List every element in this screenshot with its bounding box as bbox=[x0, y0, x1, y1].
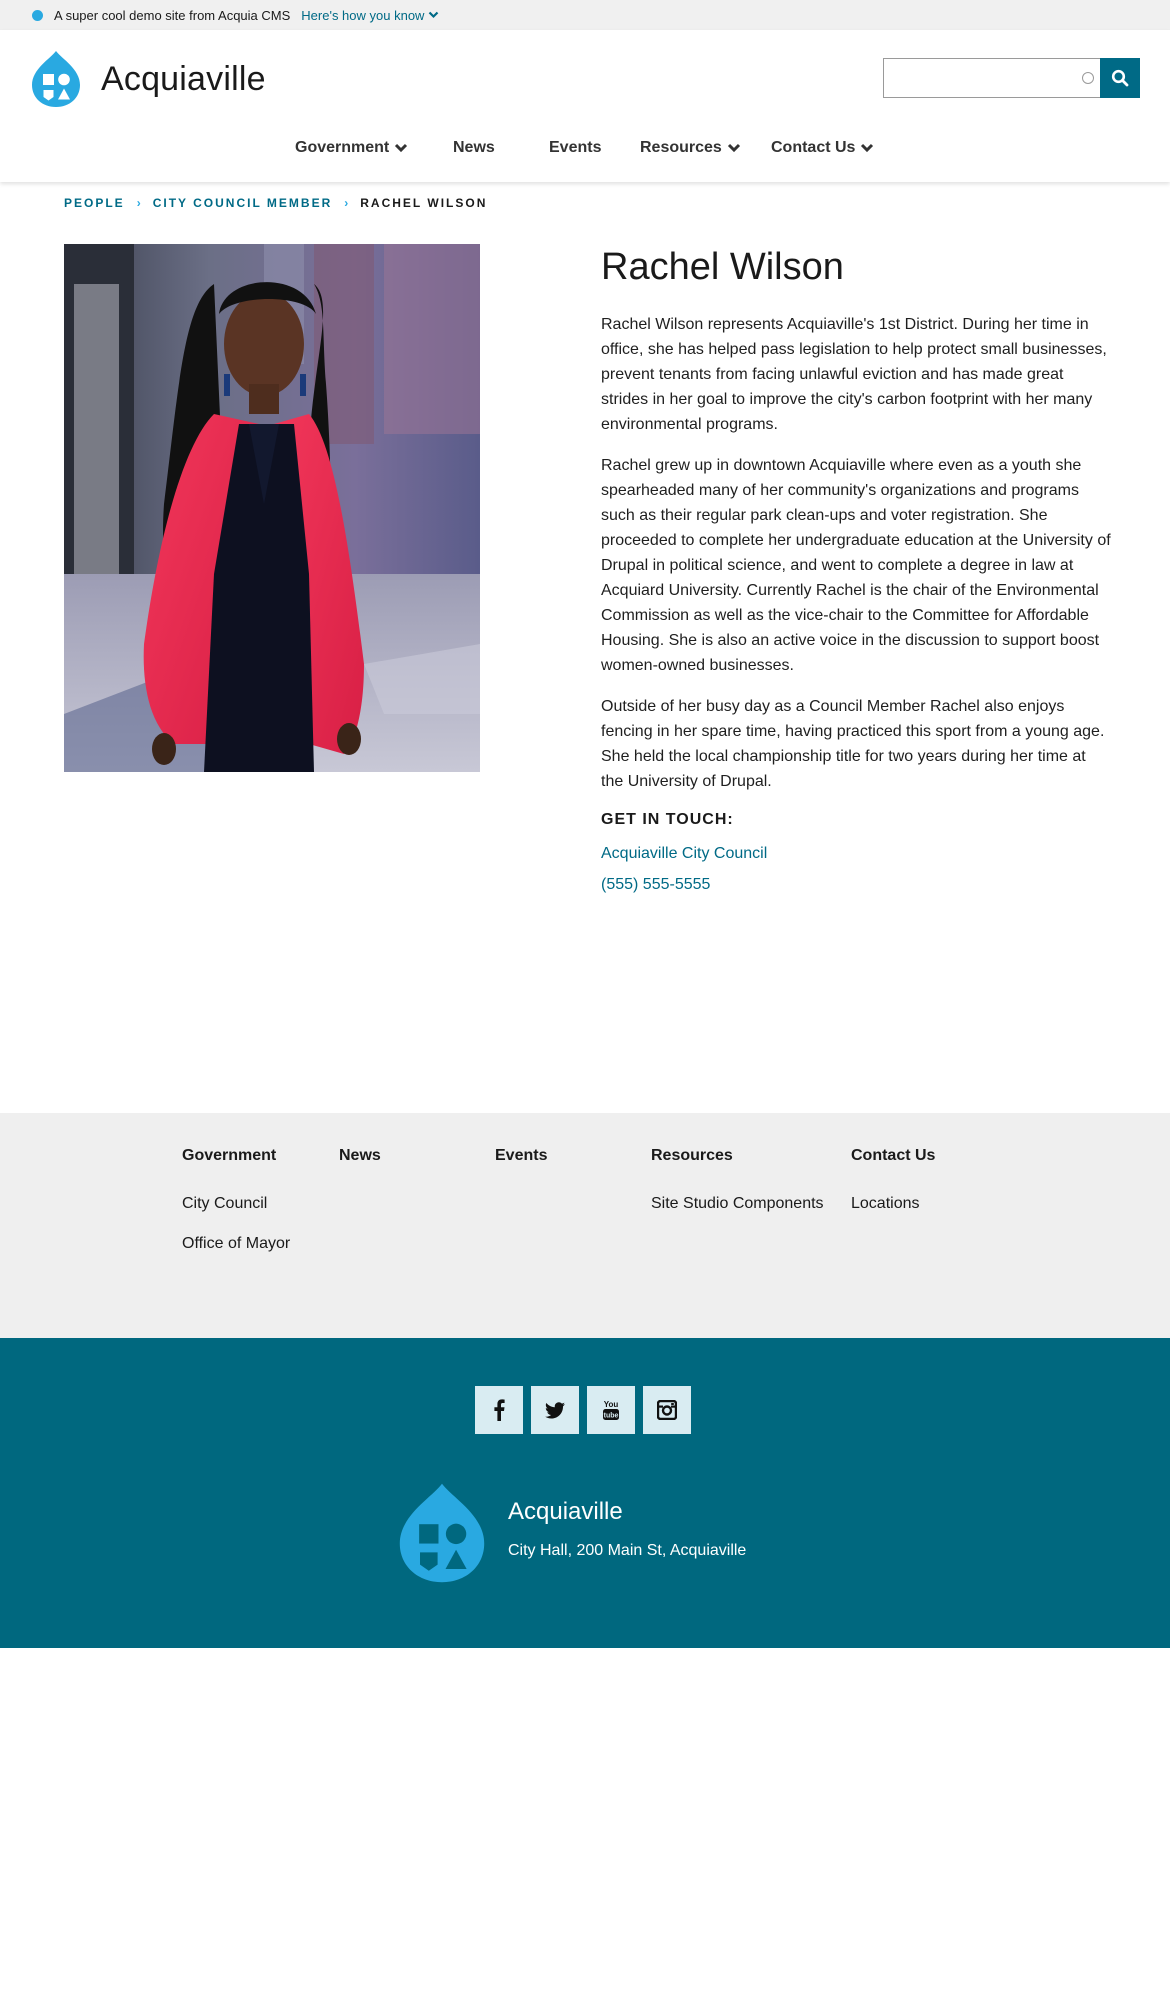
footer-heading[interactable]: Contact Us bbox=[851, 1147, 935, 1167]
main-navigation: Government News Events Resources Contact… bbox=[0, 130, 1170, 166]
heres-how-you-know-toggle[interactable]: Here's how you know bbox=[301, 8, 439, 23]
bio-paragraph: Rachel Wilson represents Acquiaville's 1… bbox=[601, 316, 1107, 433]
footer-site-name: Acquiaville bbox=[508, 1498, 623, 1525]
footer-heading[interactable]: Resources bbox=[651, 1147, 824, 1167]
footer-column-government: Government City Council Office of Mayor bbox=[182, 1147, 290, 1255]
instagram-icon bbox=[657, 1400, 677, 1420]
breadcrumb-city-council-member[interactable]: CITY COUNCIL MEMBER bbox=[153, 196, 333, 210]
chevron-down-icon bbox=[727, 143, 740, 153]
footer-drop-logo-icon bbox=[399, 1483, 485, 1583]
search-form bbox=[883, 58, 1140, 98]
breadcrumb: PEOPLE › CITY COUNCIL MEMBER › RACHEL WI… bbox=[64, 196, 487, 210]
footer-heading[interactable]: Events bbox=[495, 1147, 547, 1167]
footer-link[interactable]: Site Studio Components bbox=[651, 1195, 824, 1215]
chevron-right-icon: › bbox=[136, 196, 141, 210]
person-details: Rachel Wilson Rachel Wilson represents A… bbox=[601, 244, 1111, 900]
drop-logo-icon bbox=[32, 51, 80, 107]
person-name: Rachel Wilson bbox=[601, 246, 844, 288]
facebook-icon bbox=[494, 1399, 505, 1421]
footer-column-events: Events bbox=[495, 1147, 547, 1167]
footer-link[interactable]: Locations bbox=[851, 1195, 935, 1215]
nav-item-news[interactable]: News bbox=[453, 130, 495, 166]
footer-heading[interactable]: News bbox=[339, 1147, 381, 1167]
nav-label: Resources bbox=[640, 139, 722, 156]
nav-label: Events bbox=[549, 139, 602, 156]
footer-link[interactable]: Office of Mayor bbox=[182, 1235, 290, 1255]
site-header: Acquiaville Government News Events Resou… bbox=[0, 30, 1170, 182]
footer-menu: Government City Council Office of Mayor … bbox=[0, 1113, 1170, 1338]
site-footer: You tube Acquiaville City Hall, 200 Main… bbox=[0, 1338, 1170, 1648]
twitter-link[interactable] bbox=[531, 1386, 579, 1434]
chevron-right-icon: › bbox=[344, 196, 349, 210]
instagram-link[interactable] bbox=[643, 1386, 691, 1434]
nav-item-government[interactable]: Government bbox=[295, 130, 408, 166]
breadcrumb-current: RACHEL WILSON bbox=[360, 196, 488, 210]
breadcrumb-people[interactable]: PEOPLE bbox=[64, 196, 125, 210]
search-button[interactable] bbox=[1100, 58, 1140, 98]
footer-address: City Hall, 200 Main St, Acquiaville bbox=[508, 1542, 747, 1559]
footer-column-news: News bbox=[339, 1147, 381, 1167]
nav-label: News bbox=[453, 139, 495, 156]
loading-spinner-icon bbox=[1082, 72, 1094, 84]
search-input[interactable] bbox=[883, 58, 1100, 98]
chevron-down-icon bbox=[395, 143, 408, 153]
footer-link[interactable]: City Council bbox=[182, 1195, 290, 1215]
nav-item-events[interactable]: Events bbox=[549, 130, 601, 166]
svg-text:You: You bbox=[604, 1400, 619, 1409]
nav-label: Government bbox=[295, 139, 390, 156]
site-logo-link[interactable]: Acquiaville bbox=[31, 50, 266, 108]
search-icon bbox=[1111, 69, 1129, 87]
youtube-link[interactable]: You tube bbox=[587, 1386, 635, 1434]
get-in-touch-label: GET IN TOUCH: bbox=[601, 811, 734, 828]
contact-phone-link[interactable]: (555) 555-5555 bbox=[601, 869, 1111, 900]
site-name: Acquiaville bbox=[101, 59, 266, 98]
nav-item-contact-us[interactable]: Contact Us bbox=[771, 130, 874, 166]
svg-text:tube: tube bbox=[604, 1413, 619, 1420]
footer-heading[interactable]: Government bbox=[182, 1147, 290, 1167]
bio-paragraph: Outside of her busy day as a Council Mem… bbox=[601, 698, 1105, 790]
nav-item-resources[interactable]: Resources bbox=[640, 130, 741, 166]
person-photo bbox=[64, 244, 480, 772]
twitter-icon bbox=[545, 1401, 565, 1418]
footer-column-contact-us: Contact Us Locations bbox=[851, 1147, 935, 1215]
chevron-down-icon bbox=[429, 11, 439, 19]
bio-paragraph: Rachel grew up in downtown Acquiaville w… bbox=[601, 457, 1111, 674]
nav-label: Contact Us bbox=[771, 139, 856, 156]
banner-text: A super cool demo site from Acquia CMS bbox=[54, 7, 291, 23]
demo-banner: A super cool demo site from Acquia CMS H… bbox=[0, 0, 1170, 30]
chevron-down-icon bbox=[861, 143, 874, 153]
footer-column-resources: Resources Site Studio Components bbox=[651, 1147, 824, 1215]
facebook-link[interactable] bbox=[475, 1386, 523, 1434]
info-dot-icon bbox=[32, 9, 43, 21]
youtube-icon: You tube bbox=[603, 1400, 619, 1420]
contact-org-link[interactable]: Acquiaville City Council bbox=[601, 838, 1111, 869]
heres-how-you-know-label: Here's how you know bbox=[301, 7, 425, 23]
